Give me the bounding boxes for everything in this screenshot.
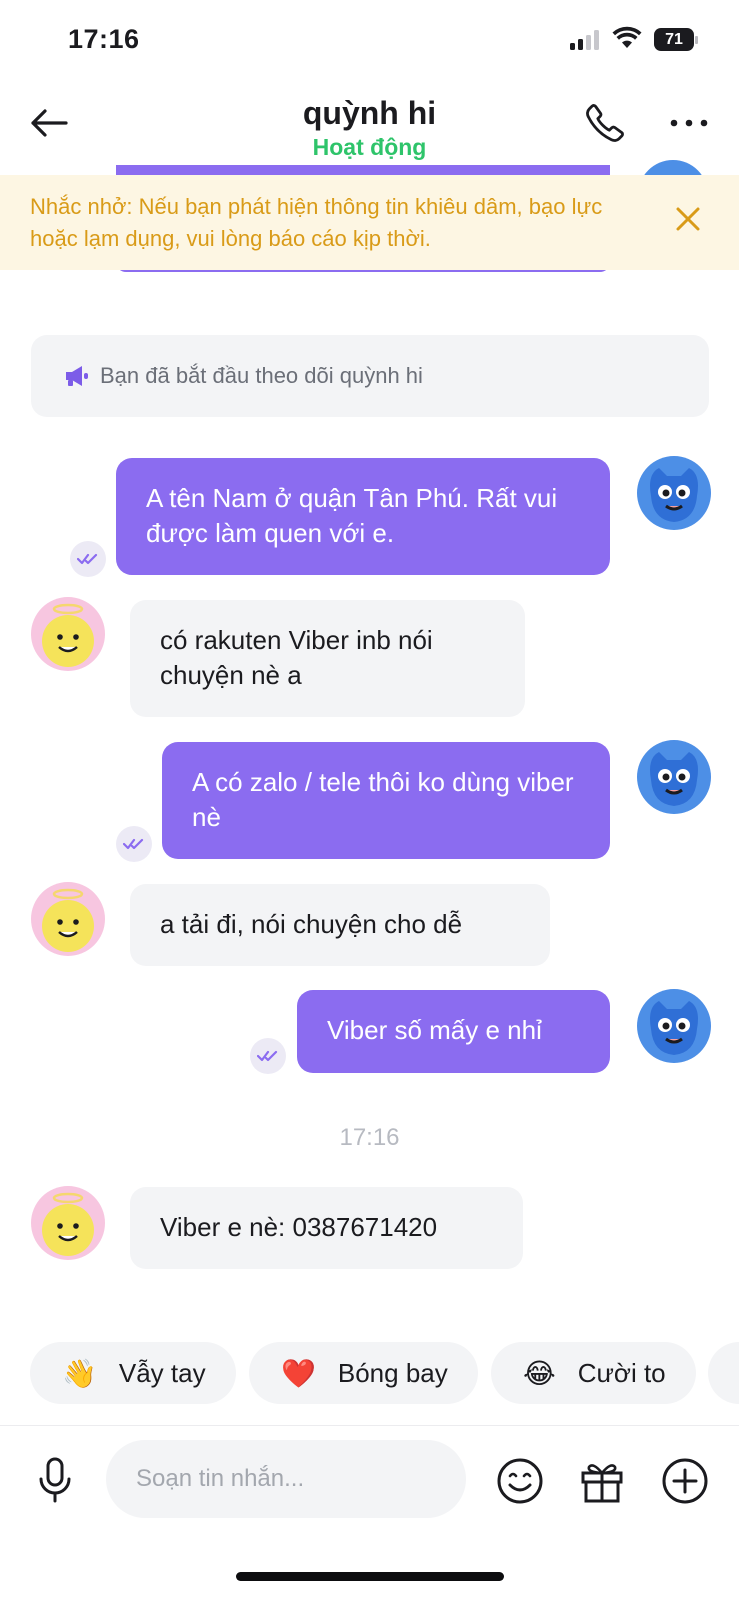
home-indicator[interactable] <box>236 1572 504 1581</box>
contact-avatar[interactable] <box>31 1186 105 1260</box>
gift-button[interactable] <box>576 1455 628 1507</box>
quick-reply-more[interactable] <box>708 1342 739 1404</box>
more-icon <box>670 119 708 127</box>
message-bubble-incoming[interactable]: có rakuten Viber inb nói chuyện nè a <box>130 600 525 717</box>
voice-message-button[interactable] <box>30 1452 80 1508</box>
attach-button[interactable] <box>659 1455 711 1507</box>
message-bubble-outgoing[interactable]: Viber số mấy e nhỉ <box>297 990 610 1073</box>
composer-divider <box>0 1425 739 1426</box>
cellular-signal-icon <box>570 28 602 50</box>
read-receipt-icon <box>70 541 106 577</box>
emoji-button[interactable] <box>494 1455 546 1507</box>
dismiss-banner-button[interactable] <box>668 199 708 239</box>
chat-header: quỳnh hi Hoạt động <box>0 80 739 170</box>
quick-reply-balloon[interactable]: ❤️ Bóng bay <box>249 1342 478 1404</box>
more-options-button[interactable] <box>664 98 714 148</box>
quick-reply-wave[interactable]: 👋 Vẫy tay <box>30 1342 236 1404</box>
mic-icon <box>39 1457 71 1503</box>
reminder-text: Nhắc nhở: Nếu bạn phát hiện thông tin kh… <box>30 194 603 251</box>
message-bubble-incoming[interactable]: Viber e nè: 0387671420 <box>130 1187 523 1269</box>
quick-reply-laugh[interactable]: 😂 Cười to <box>491 1342 696 1404</box>
phone-icon <box>586 104 624 142</box>
plus-icon <box>662 1458 708 1504</box>
battery-icon: 71 <box>654 28 700 51</box>
peek-bubble-top <box>116 165 610 175</box>
quick-reply-label: Vẫy tay <box>118 1357 206 1388</box>
my-avatar[interactable] <box>637 456 711 530</box>
message-bubble-outgoing[interactable]: A có zalo / tele thôi ko dùng viber nè <box>162 742 610 859</box>
reminder-banner: Nhắc nhở: Nếu bạn phát hiện thông tin kh… <box>0 175 739 270</box>
quick-reply-label: Cười to <box>577 1357 666 1388</box>
my-avatar[interactable] <box>637 740 711 814</box>
status-time: 17:16 <box>68 24 140 54</box>
call-button[interactable] <box>580 98 630 148</box>
wifi-icon <box>612 26 642 55</box>
battery-level: 71 <box>654 28 694 51</box>
follow-notice-text: Bạn đã bắt đầu theo dõi quỳnh hi <box>100 363 423 388</box>
my-avatar[interactable] <box>637 989 711 1063</box>
message-bubble-incoming[interactable]: a tải đi, nói chuyện cho dễ <box>130 884 550 966</box>
gift-icon <box>581 1464 623 1503</box>
contact-avatar[interactable] <box>31 882 105 956</box>
emoji-icon <box>497 1458 543 1504</box>
quick-reply-label: Bóng bay <box>337 1357 448 1388</box>
follow-notice: Bạn đã bắt đầu theo dõi quỳnh hi <box>31 335 709 417</box>
read-receipt-icon <box>250 1038 286 1074</box>
message-input[interactable] <box>136 1465 446 1493</box>
message-timestamp: 17:16 <box>339 1124 400 1151</box>
contact-avatar[interactable] <box>31 597 105 671</box>
laugh-icon: 😂 <box>523 1356 556 1390</box>
close-icon <box>676 207 700 231</box>
message-bubble-outgoing[interactable]: A tên Nam ở quận Tân Phú. Rất vui được l… <box>116 458 610 575</box>
megaphone-icon <box>64 363 90 389</box>
heart-icon: ❤️ <box>281 1356 316 1390</box>
status-bar: 17:16 71 <box>0 0 739 80</box>
wave-icon: 👋 <box>62 1356 97 1390</box>
read-receipt-icon <box>116 826 152 862</box>
message-composer[interactable] <box>106 1440 466 1518</box>
